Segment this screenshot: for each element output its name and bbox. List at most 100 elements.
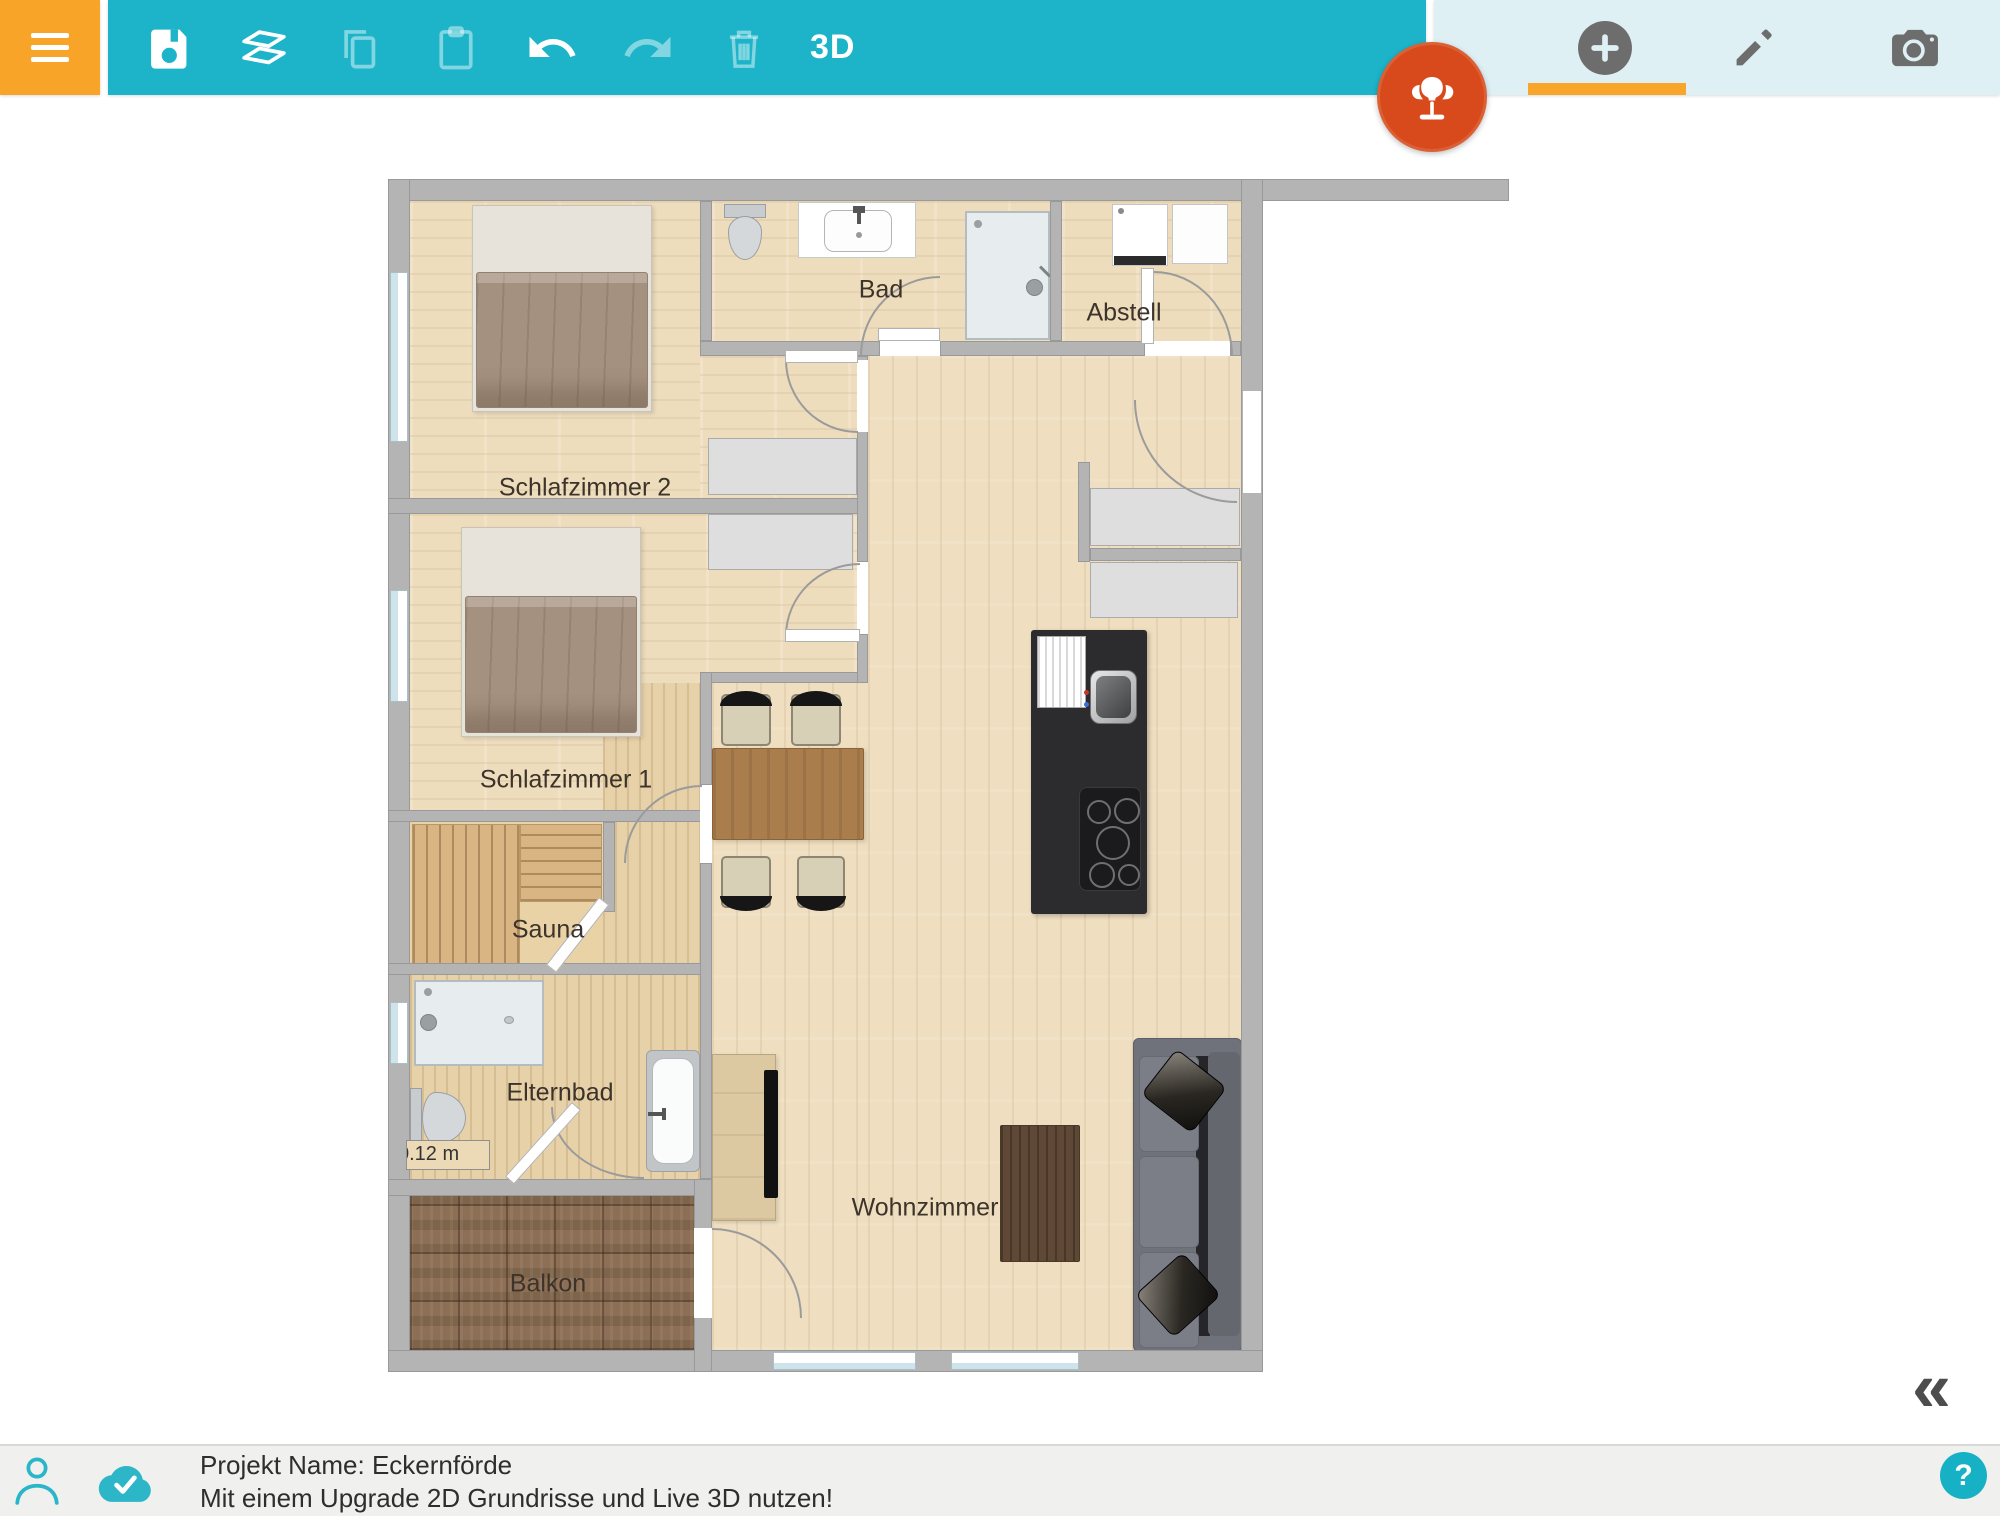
burner bbox=[1087, 800, 1111, 824]
wall[interactable] bbox=[700, 201, 712, 341]
upgrade-message[interactable]: Mit einem Upgrade 2D Grundrisse und Live… bbox=[200, 1482, 833, 1515]
pencil-icon bbox=[1729, 22, 1781, 74]
shower-drain bbox=[504, 1016, 514, 1024]
tab-camera[interactable] bbox=[1830, 0, 2000, 95]
shower-head bbox=[420, 1014, 437, 1031]
shower-knob bbox=[974, 220, 982, 228]
chair-back bbox=[790, 691, 842, 706]
room-label-balkon: Balkon bbox=[510, 1270, 586, 1299]
help-button[interactable]: ? bbox=[1940, 1452, 1987, 1499]
menu-button[interactable] bbox=[0, 0, 100, 95]
closet[interactable] bbox=[708, 438, 857, 495]
burner bbox=[1114, 798, 1140, 824]
save-icon bbox=[142, 22, 194, 74]
wall[interactable] bbox=[702, 672, 868, 683]
room-label-abstell: Abstell bbox=[1086, 299, 1161, 328]
paste-icon bbox=[430, 22, 482, 74]
appliance-knob bbox=[1118, 208, 1124, 214]
tab-add-item[interactable] bbox=[1530, 0, 1680, 95]
drain-dot bbox=[856, 232, 862, 238]
add-circle-icon bbox=[1577, 20, 1633, 76]
dimension-label: 0.12 m bbox=[406, 1140, 490, 1170]
window[interactable] bbox=[951, 1352, 1079, 1370]
room-label-wohnzimmer: Wohnzimmer bbox=[852, 1194, 999, 1223]
bed-blanket bbox=[465, 596, 637, 733]
dining-chair[interactable] bbox=[797, 856, 845, 908]
redo-button[interactable] bbox=[612, 12, 684, 84]
window[interactable] bbox=[390, 272, 408, 442]
room-label-bad: Bad bbox=[859, 276, 903, 305]
wall[interactable] bbox=[857, 430, 868, 562]
wall[interactable] bbox=[1078, 462, 1090, 562]
hamburger-icon bbox=[31, 57, 69, 62]
burner bbox=[1096, 826, 1130, 860]
wall[interactable] bbox=[1090, 548, 1241, 561]
mode-3d-button[interactable]: 3D bbox=[810, 28, 855, 67]
door-opening bbox=[694, 1228, 712, 1318]
sauna-bench[interactable] bbox=[412, 824, 520, 973]
cloud-sync-icon[interactable] bbox=[98, 1460, 154, 1504]
cooktop[interactable] bbox=[1079, 787, 1141, 891]
dish-drainer bbox=[1037, 636, 1086, 708]
window[interactable] bbox=[773, 1352, 916, 1370]
faucet bbox=[853, 206, 865, 213]
wall[interactable] bbox=[388, 1179, 712, 1196]
dining-table[interactable] bbox=[712, 748, 864, 840]
tv[interactable] bbox=[764, 1070, 778, 1198]
room-label-elternbad: Elternbad bbox=[506, 1079, 613, 1108]
save-button[interactable] bbox=[132, 12, 204, 84]
window[interactable] bbox=[390, 590, 408, 702]
furniture-catalog-button[interactable] bbox=[1377, 42, 1487, 152]
layers-icon bbox=[236, 20, 292, 76]
faucet bbox=[857, 213, 861, 224]
closet[interactable] bbox=[1090, 562, 1238, 618]
dining-chair[interactable] bbox=[721, 856, 771, 908]
sofa-seat bbox=[1139, 1156, 1199, 1248]
hamburger-icon bbox=[31, 33, 69, 38]
burner bbox=[1089, 862, 1115, 888]
wall[interactable] bbox=[700, 672, 712, 785]
door-leaf[interactable] bbox=[878, 328, 940, 341]
window[interactable] bbox=[390, 1002, 408, 1064]
wall[interactable] bbox=[1050, 201, 1062, 341]
burner bbox=[1118, 864, 1140, 886]
kitchen-sink-basin bbox=[1096, 676, 1131, 718]
wall[interactable] bbox=[1241, 179, 1263, 1372]
toilet[interactable] bbox=[410, 1088, 422, 1146]
tab-draw[interactable] bbox=[1680, 0, 1830, 95]
door-opening bbox=[1243, 391, 1261, 493]
shower[interactable] bbox=[965, 211, 1050, 340]
main-toolbar: 3D bbox=[108, 0, 1426, 95]
sauna-bench[interactable] bbox=[520, 824, 602, 902]
delete-button[interactable] bbox=[708, 12, 780, 84]
room-label-sauna: Sauna bbox=[512, 916, 584, 945]
door-leaf[interactable] bbox=[785, 629, 860, 642]
door-leaf[interactable] bbox=[785, 350, 858, 363]
wall[interactable] bbox=[388, 179, 1509, 201]
faucet bbox=[662, 1108, 666, 1120]
shower-knob bbox=[424, 988, 432, 996]
cold-water-dot bbox=[1084, 702, 1089, 707]
paste-button[interactable] bbox=[420, 12, 492, 84]
rug[interactable] bbox=[1000, 1125, 1080, 1262]
door-opening bbox=[857, 360, 868, 432]
undo-icon bbox=[525, 21, 579, 75]
room-label-schlafzimmer1: Schlafzimmer 1 bbox=[480, 766, 652, 795]
wall[interactable] bbox=[700, 863, 712, 1179]
dryer[interactable] bbox=[1172, 204, 1228, 264]
view-toolbar bbox=[1434, 0, 2000, 95]
bed-blanket bbox=[476, 272, 648, 408]
layers-button[interactable] bbox=[228, 12, 300, 84]
user-account-icon[interactable] bbox=[12, 1454, 62, 1506]
wall[interactable] bbox=[940, 341, 1145, 356]
collapse-panel-button[interactable]: « bbox=[1912, 1352, 1951, 1422]
room-label-schlafzimmer2: Schlafzimmer 2 bbox=[499, 474, 671, 503]
copy-button[interactable] bbox=[324, 12, 396, 84]
undo-button[interactable] bbox=[516, 12, 588, 84]
dining-chair[interactable] bbox=[791, 694, 841, 746]
trash-icon bbox=[718, 22, 770, 74]
wall[interactable] bbox=[603, 822, 615, 912]
hamburger-icon bbox=[31, 45, 69, 50]
closet[interactable] bbox=[708, 514, 853, 570]
dining-chair[interactable] bbox=[721, 694, 771, 746]
